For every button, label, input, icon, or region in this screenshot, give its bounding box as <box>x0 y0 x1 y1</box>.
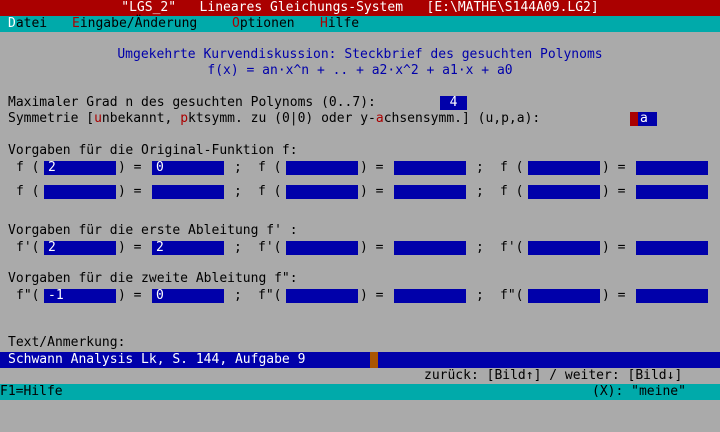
original-prefix: f ( <box>16 160 40 175</box>
second-separator: ; <box>476 288 484 303</box>
first-x-input[interactable] <box>286 241 358 255</box>
first-separator: ; <box>476 240 484 255</box>
second-value-input[interactable] <box>636 289 708 303</box>
second-value-input[interactable] <box>394 289 466 303</box>
second-derivative-section-label: Vorgaben für die zweite Ableitung f": <box>8 271 298 286</box>
second-value-input[interactable]: 0 <box>152 289 224 303</box>
degree-input[interactable]: 4 <box>440 96 467 110</box>
first-equals: ) = <box>118 240 142 255</box>
symmetry-hotkey-p: p <box>180 111 189 126</box>
second-prefix: f"( <box>16 288 40 303</box>
original-equals: ) = <box>118 184 142 199</box>
first-derivative-section-label: Vorgaben für die erste Ableitung f' : <box>8 223 298 238</box>
menu-datei-hotkey: D <box>8 16 16 31</box>
original-prefix: f ( <box>258 160 282 175</box>
original-equals: ) = <box>360 160 384 175</box>
original-prefix: f ( <box>258 184 282 199</box>
original-x-input[interactable] <box>286 185 358 199</box>
menu-optionen-label: ptionen <box>239 16 295 31</box>
menu-datei-label: atei <box>15 16 48 31</box>
first-x-input[interactable]: 2 <box>44 241 116 255</box>
status-help-hint: F1=Hilfe <box>0 384 63 399</box>
menu-bar: Datei Eingabe/Änderung Optionen Hilfe <box>0 16 720 32</box>
second-x-input[interactable] <box>528 289 600 303</box>
original-equals: ) = <box>602 184 626 199</box>
original-value-input[interactable] <box>636 161 708 175</box>
symmetry-text-3: ktsymm. zu (0|0) oder y- <box>188 111 376 126</box>
first-x-input[interactable] <box>528 241 600 255</box>
symmetry-text-4: chsensymm.] (u,p,a): <box>383 111 541 126</box>
original-equals: ) = <box>360 184 384 199</box>
status-mode: (X): "meine" <box>592 384 686 399</box>
original-x-input[interactable] <box>528 161 600 175</box>
window-title: "LGS_2" Lineares Gleichungs-System [E:\M… <box>0 0 720 16</box>
original-value-input[interactable] <box>394 185 466 199</box>
original-x-input[interactable] <box>44 185 116 199</box>
original-x-input[interactable] <box>528 185 600 199</box>
second-x-input[interactable] <box>286 289 358 303</box>
degree-label: Maximaler Grad n des gesuchten Polynoms … <box>8 95 376 110</box>
second-prefix: f"( <box>258 288 282 303</box>
symmetry-input[interactable]: a <box>630 112 657 126</box>
heading-formula: f(x) = an·x^n + .. + a2·x^2 + a1·x + a0 <box>207 63 513 78</box>
second-equals: ) = <box>360 288 384 303</box>
status-bar: F1=Hilfe (X): "meine" <box>0 384 720 400</box>
note-cursor <box>370 352 378 368</box>
note-label: Text/Anmerkung: <box>8 335 126 350</box>
second-prefix: f"( <box>500 288 524 303</box>
original-x-input[interactable]: 2 <box>44 161 116 175</box>
symmetry-value: a <box>640 111 648 126</box>
original-x-input[interactable] <box>286 161 358 175</box>
original-separator: ; <box>476 160 484 175</box>
symmetry-text-2: nbekannt, <box>101 111 181 126</box>
menu-eingabe-hotkey: E <box>72 16 80 31</box>
input-cursor <box>630 112 638 126</box>
original-equals: ) = <box>118 160 142 175</box>
original-separator: ; <box>234 184 242 199</box>
first-separator: ; <box>234 240 242 255</box>
second-x-input[interactable]: -1 <box>44 289 116 303</box>
first-prefix: f'( <box>500 240 524 255</box>
second-equals: ) = <box>118 288 142 303</box>
original-value-input[interactable]: 0 <box>152 161 224 175</box>
symmetry-text-1: Symmetrie [ <box>8 111 95 126</box>
menu-eingabe-label: ingabe/Änderung <box>79 16 198 31</box>
first-equals: ) = <box>360 240 384 255</box>
first-value-input[interactable] <box>394 241 466 255</box>
note-input[interactable]: Schwann Analysis Lk, S. 144, Aufgabe 9 <box>0 352 720 368</box>
heading-title: Umgekehrte Kurvendiskussion: Steckbrief … <box>117 47 603 62</box>
page-navigation-hint: zurück: [Bild↑] / weiter: [Bild↓] <box>424 368 683 383</box>
second-separator: ; <box>234 288 242 303</box>
menu-optionen-hotkey: O <box>232 16 240 31</box>
original-value-input[interactable] <box>394 161 466 175</box>
original-value-input[interactable] <box>152 185 224 199</box>
original-prefix: f ( <box>500 160 524 175</box>
original-prefix: f ( <box>16 184 40 199</box>
symmetry-hotkey-a: a <box>375 111 384 126</box>
symmetry-label: Symmetrie [unbekannt, pktsymm. zu (0|0) … <box>8 111 540 127</box>
original-section-label: Vorgaben für die Original-Funktion f: <box>8 143 298 158</box>
first-value-input[interactable]: 2 <box>152 241 224 255</box>
original-equals: ) = <box>602 160 626 175</box>
menu-hilfe[interactable]: Hilfe <box>320 16 359 32</box>
menu-hilfe-hotkey: H <box>320 16 328 31</box>
menu-hilfe-label: ilfe <box>327 16 360 31</box>
first-prefix: f'( <box>258 240 282 255</box>
first-prefix: f'( <box>16 240 40 255</box>
second-equals: ) = <box>602 288 626 303</box>
original-separator: ; <box>476 184 484 199</box>
menu-datei[interactable]: Datei <box>8 16 47 32</box>
first-value-input[interactable] <box>636 241 708 255</box>
original-value-input[interactable] <box>636 185 708 199</box>
original-separator: ; <box>234 160 242 175</box>
original-prefix: f ( <box>500 184 524 199</box>
menu-eingabe[interactable]: Eingabe/Änderung <box>72 16 197 32</box>
menu-optionen[interactable]: Optionen <box>232 16 295 32</box>
symmetry-hotkey-u: u <box>94 111 102 126</box>
first-equals: ) = <box>602 240 626 255</box>
